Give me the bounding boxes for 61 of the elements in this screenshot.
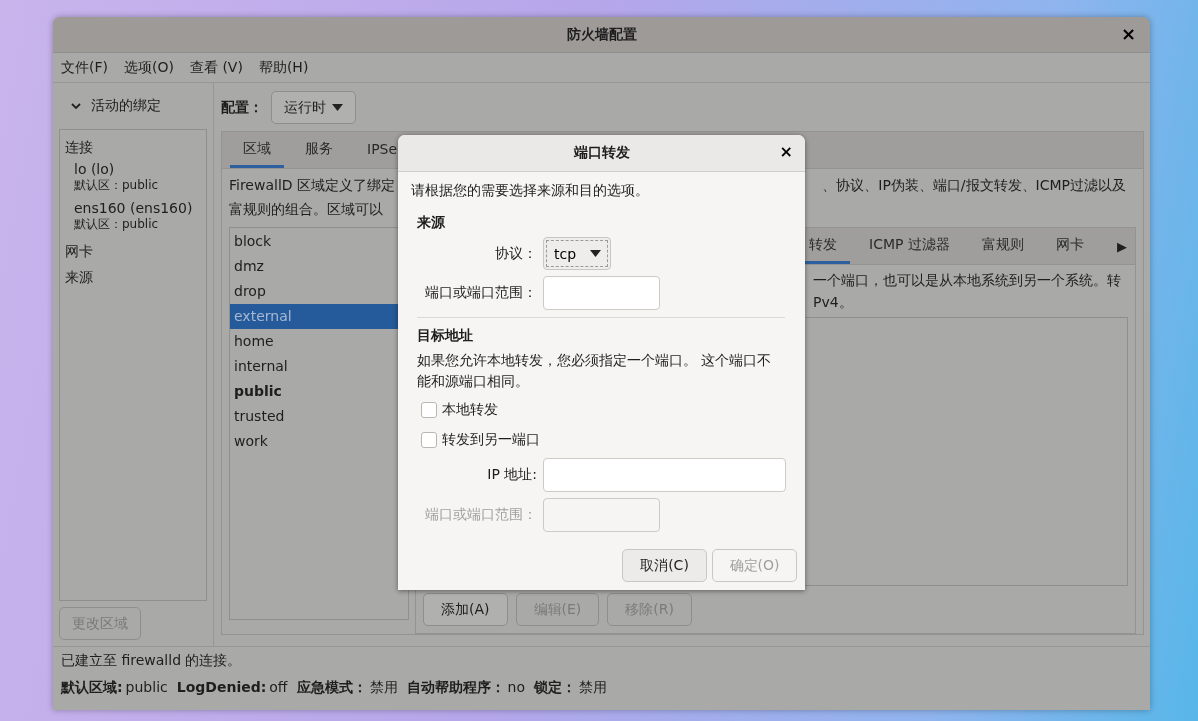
- checkbox-label: 本地转发: [442, 401, 498, 419]
- field-label: 端口或端口范围：: [424, 506, 537, 524]
- section-label: 连接: [65, 138, 94, 157]
- menu-item[interactable]: 查看 (V): [189, 58, 243, 77]
- checkbox[interactable]: [421, 402, 437, 418]
- status-label: 自动帮助程序：: [406, 679, 505, 697]
- description-text: 、协议、IP伪装、端口/报文转发、ICMP过滤以及: [822, 176, 1126, 195]
- input-field[interactable]: [543, 276, 660, 310]
- status-label: 锁定：: [533, 679, 576, 697]
- dialog-title: 端口转发: [573, 144, 630, 162]
- checkbox-label: 转发到另一端口: [442, 431, 540, 449]
- binding-zone: 默认区：public: [74, 178, 160, 193]
- status-value: no: [507, 679, 525, 697]
- close-button[interactable]: ×: [777, 144, 795, 160]
- tab[interactable]: ICMP 过滤器: [856, 228, 963, 264]
- chevron-down-icon[interactable]: [71, 102, 81, 110]
- config-label: 配置：: [221, 98, 263, 117]
- binding-name[interactable]: lo (lo): [74, 160, 201, 178]
- status-message: 已建立至 firewalld 的连接。: [61, 652, 243, 670]
- section-heading: 目标地址: [417, 326, 474, 345]
- menu-item[interactable]: 选项(O): [124, 58, 174, 77]
- checkbox[interactable]: [421, 432, 437, 448]
- scroll-tabs-arrow[interactable]: ▶: [1117, 238, 1127, 254]
- field-label: IP 地址:: [486, 466, 537, 484]
- config-dropdown[interactable]: 运行时: [271, 91, 356, 124]
- window-title: 防火墙配置: [566, 25, 637, 44]
- protocol-dropdown[interactable]: tcp: [543, 237, 611, 270]
- binding-name[interactable]: ens160 (ens160): [74, 199, 201, 217]
- status-label: 应急模式：: [296, 679, 367, 697]
- status-label: LogDenied:: [176, 679, 267, 697]
- dialog-button[interactable]: 取消(C): [622, 549, 707, 582]
- field-label: 协议：: [494, 244, 537, 263]
- tab[interactable]: 富规则: [968, 228, 1037, 264]
- input-field[interactable]: [543, 458, 786, 492]
- description-text: 一个端口，也可以是从本地系统到另一个系统。转: [813, 271, 1122, 290]
- description-text: Pv4。: [813, 293, 854, 312]
- section-heading: 来源: [417, 213, 446, 232]
- menu-item[interactable]: 文件(F): [61, 58, 108, 77]
- tab[interactable]: 区域: [230, 132, 284, 168]
- status-label: 默认区域:: [61, 679, 123, 697]
- menu-item[interactable]: 帮助(H): [258, 58, 309, 77]
- action-button[interactable]: 添加(A): [423, 593, 508, 626]
- note-text: 如果您允许本地转发，您必须指定一个端口。 这个端口不能和源端口相同。: [417, 351, 773, 391]
- binding-zone: 默认区：public: [74, 217, 160, 232]
- close-button[interactable]: ×: [1116, 25, 1140, 43]
- sidebar-header: 活动的绑定: [91, 97, 161, 115]
- intro-text: 请根据您的需要选择来源和目的选项。: [411, 181, 650, 200]
- description-text: FirewallD 区域定义了绑定: [229, 176, 396, 195]
- section-label: 网卡: [65, 242, 94, 261]
- tab[interactable]: 网卡: [1042, 228, 1097, 264]
- dropdown-arrow-icon: [590, 250, 602, 257]
- description-text: 富规则的组合。区域可以: [229, 200, 384, 219]
- status-value: off: [269, 679, 288, 697]
- status-value: 禁用: [369, 679, 398, 697]
- tab[interactable]: IPSe: [354, 132, 411, 168]
- field-label: 端口或端口范围：: [424, 284, 537, 302]
- tab[interactable]: 服务: [292, 132, 346, 168]
- status-value: 禁用: [578, 679, 607, 697]
- dropdown-arrow-icon: [332, 104, 343, 111]
- section-label: 来源: [65, 268, 94, 287]
- status-value: public: [125, 679, 168, 697]
